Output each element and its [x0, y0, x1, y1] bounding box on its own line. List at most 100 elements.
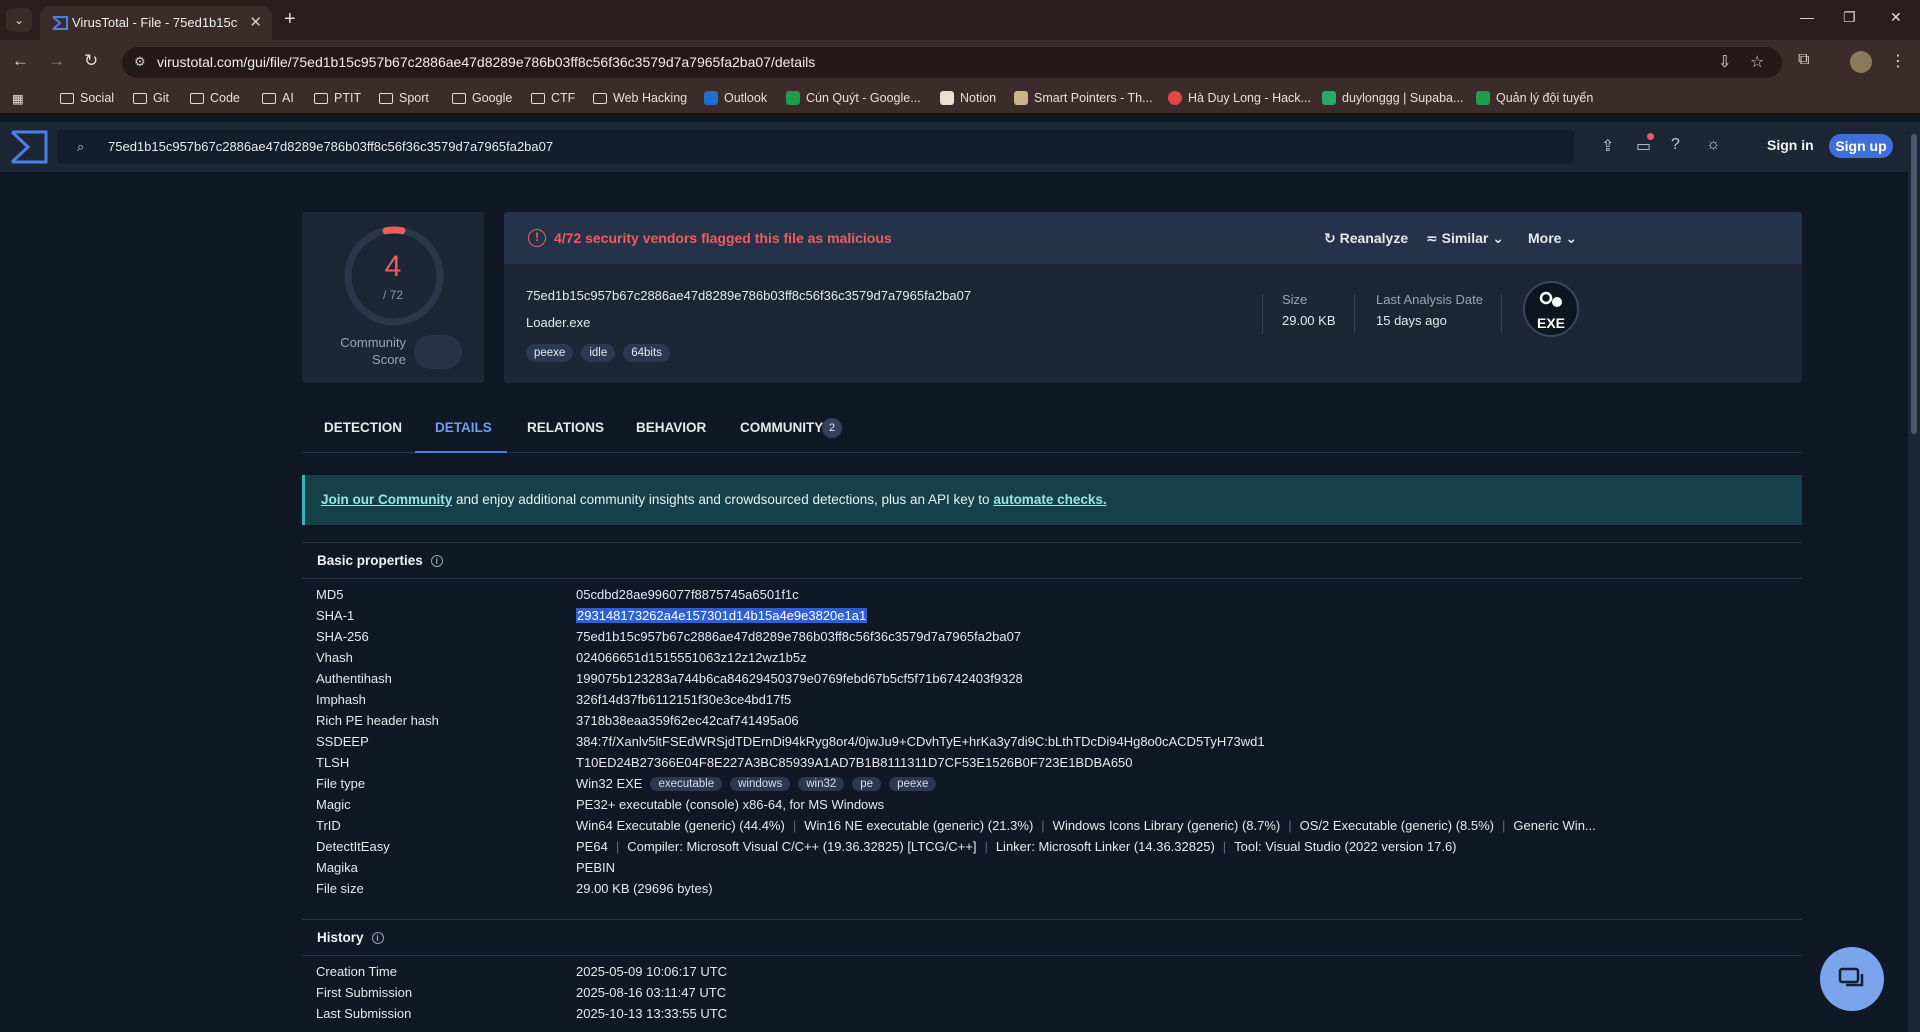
- divider: [302, 955, 1802, 956]
- automate-checks-link[interactable]: automate checks.: [993, 492, 1106, 507]
- history-value[interactable]: 2025-10-13 13:33:55 UTC: [576, 1006, 727, 1021]
- selected-sha1-value[interactable]: 293148173262a4e157301d14b15a4e9e3820e1a1: [576, 608, 868, 623]
- tab-behavior[interactable]: BEHAVIOR: [636, 420, 706, 435]
- bookmark-folder[interactable]: Sport: [379, 91, 429, 105]
- scroll-thumb[interactable]: [1911, 134, 1917, 434]
- bookmark-folder[interactable]: AI: [262, 91, 294, 105]
- file-type-tag[interactable]: win32: [798, 776, 845, 791]
- property-value[interactable]: 05cdbd28ae996077f8875745a6501f1c: [576, 587, 799, 602]
- community-count-badge: 2: [822, 418, 842, 438]
- bookmark-star-icon[interactable]: ☆: [1750, 52, 1764, 72]
- property-row: DetectItEasy PE64 | Compiler: Microsoft …: [316, 839, 1457, 854]
- file-sha256[interactable]: 75ed1b15c957b67c2886ae47d8289e786b03ff8c…: [526, 288, 971, 303]
- bookmark-folder[interactable]: Social: [60, 91, 114, 105]
- bookmark-folder[interactable]: PTIT: [314, 91, 361, 105]
- apps-grid-icon[interactable]: ▦: [12, 91, 24, 106]
- info-icon[interactable]: i: [371, 931, 384, 944]
- separator: |: [1222, 839, 1227, 854]
- bookmark-supabase[interactable]: duylonggg | Supaba...: [1322, 91, 1463, 105]
- property-row: SHA-256 75ed1b15c957b67c2886ae47d8289e786…: [316, 629, 1022, 644]
- install-app-icon[interactable]: ⇩: [1718, 52, 1731, 72]
- community-vote-toggle[interactable]: [414, 335, 462, 369]
- notifications-icon[interactable]: ▭: [1636, 133, 1654, 156]
- tab-community[interactable]: COMMUNITY: [740, 420, 823, 435]
- separator: |: [1502, 818, 1506, 833]
- bookmark-sheet[interactable]: Quản lý đội tuyển: [1476, 91, 1593, 105]
- property-value[interactable]: 024066651d1515551063z12z12wz1b5z: [576, 650, 807, 665]
- bookmark-smart-pointers[interactable]: Smart Pointers - Th...: [1014, 91, 1153, 105]
- restore-icon[interactable]: ❐: [1843, 9, 1856, 26]
- tab-detection[interactable]: DETECTION: [324, 420, 402, 435]
- join-community-link[interactable]: Join our Community: [321, 492, 452, 507]
- property-row: Magic PE32+ executable (console) x86-64, …: [316, 797, 885, 812]
- extensions-icon[interactable]: ⧉: [1798, 51, 1809, 69]
- file-type-tag[interactable]: pe: [852, 776, 882, 791]
- property-value[interactable]: PE32+ executable (console) x86-64, for M…: [576, 797, 884, 812]
- address-bar[interactable]: ⚙ virustotal.com/gui/file/75ed1b15c957b6…: [122, 47, 1782, 78]
- browser-tab[interactable]: VirusTotal - File - 75ed1b15c95 ✕: [40, 6, 272, 40]
- property-value[interactable]: Win64 Executable (generic) (44.4%): [576, 818, 785, 833]
- virustotal-logo-icon[interactable]: [10, 130, 48, 164]
- property-value[interactable]: PE64: [576, 839, 608, 854]
- file-type-tag[interactable]: windows: [730, 776, 791, 791]
- folder-icon: [531, 92, 545, 104]
- profile-avatar[interactable]: [1850, 51, 1872, 73]
- file-tag[interactable]: idle: [581, 344, 616, 362]
- file-type-tag[interactable]: executable: [650, 776, 723, 791]
- bookmark-hack[interactable]: Hà Duy Long - Hack...: [1168, 91, 1311, 105]
- bookmark-outlook[interactable]: Outlook: [704, 91, 767, 105]
- site-info-icon[interactable]: ⚙: [134, 54, 146, 70]
- trid-entry[interactable]: Generic Win...: [1513, 818, 1595, 833]
- detection-total: / 72: [382, 288, 403, 302]
- bookmark-folder[interactable]: CTF: [531, 91, 575, 105]
- tab-close-icon[interactable]: ✕: [249, 13, 262, 31]
- bookmark-folder[interactable]: Git: [133, 91, 169, 105]
- close-window-icon[interactable]: ✕: [1890, 9, 1902, 26]
- bookmark-folder[interactable]: Code: [190, 91, 240, 105]
- property-value[interactable]: Win32 EXE: [576, 776, 642, 791]
- more-button[interactable]: More ⌄: [1528, 230, 1577, 247]
- theme-toggle-icon[interactable]: ☼: [1706, 136, 1721, 154]
- sign-up-button[interactable]: Sign up: [1829, 134, 1893, 158]
- minimize-icon[interactable]: —: [1800, 9, 1814, 25]
- new-tab-icon[interactable]: +: [284, 8, 296, 31]
- reanalyze-button[interactable]: ↻ Reanalyze: [1324, 230, 1408, 247]
- browser-menu-icon[interactable]: ⋮: [1890, 51, 1906, 71]
- info-icon[interactable]: i: [430, 554, 443, 567]
- help-icon[interactable]: ?: [1671, 136, 1680, 154]
- history-heading: History i: [317, 930, 384, 945]
- bookmark-folder[interactable]: Web Hacking: [593, 91, 687, 105]
- page-scrollbar[interactable]: [1908, 122, 1920, 1032]
- property-row: Magika PEBIN: [316, 860, 616, 875]
- property-value[interactable]: PEBIN: [576, 860, 615, 875]
- history-value[interactable]: 2025-05-09 10:06:17 UTC: [576, 964, 727, 979]
- bookmark-notion[interactable]: Notion: [940, 91, 996, 105]
- search-input[interactable]: ⌕ 75ed1b15c957b67c2886ae47d8289e786b03ff…: [57, 130, 1574, 164]
- sign-in-button[interactable]: Sign in: [1767, 137, 1814, 153]
- file-tag[interactable]: peexe: [526, 344, 574, 362]
- file-type-tag[interactable]: peexe: [889, 776, 937, 791]
- tab-relations[interactable]: RELATIONS: [527, 420, 604, 435]
- history-value[interactable]: 2025-08-16 03:11:47 UTC: [576, 985, 726, 1000]
- tab-search-button[interactable]: ⌄: [6, 8, 32, 32]
- property-value[interactable]: 29.00 KB (29696 bytes): [576, 881, 713, 896]
- hack-site-icon: [1168, 91, 1182, 105]
- similar-button[interactable]: ≂ Similar ⌄: [1426, 230, 1504, 247]
- property-value[interactable]: 75ed1b15c957b67c2886ae47d8289e786b03ff8c…: [576, 629, 1021, 644]
- property-value[interactable]: T10ED24B27366E04F8E227A3BC85939A1AD7B1B8…: [576, 755, 1133, 770]
- chat-button[interactable]: [1820, 947, 1884, 1011]
- die-entry: Linker: Microsoft Linker (14.36.32825): [995, 839, 1215, 854]
- property-value[interactable]: 199075b123283a744b6ca84629450379e0769feb…: [576, 671, 1023, 686]
- divider: [302, 578, 1802, 579]
- forward-icon[interactable]: →: [48, 51, 65, 71]
- property-value[interactable]: 3718b38eaa359f62ec42caf741495a06: [576, 713, 799, 728]
- reload-icon[interactable]: ↻: [84, 51, 98, 71]
- bookmark-sheet[interactable]: Cún Quýt - Google...: [786, 91, 921, 105]
- back-icon[interactable]: ←: [12, 51, 29, 71]
- bookmark-folder[interactable]: Google: [452, 91, 512, 105]
- upload-icon[interactable]: ⇪: [1601, 136, 1614, 156]
- file-tag[interactable]: 64bits: [623, 344, 670, 362]
- property-value[interactable]: 384:7f/Xanlv5ltFSEdWRSjdTDErnDi94kRyg8or…: [576, 734, 1265, 749]
- property-value[interactable]: 326f14d37fb6112151f30e3ce4bd17f5: [576, 692, 791, 707]
- tab-details[interactable]: DETAILS: [435, 420, 492, 435]
